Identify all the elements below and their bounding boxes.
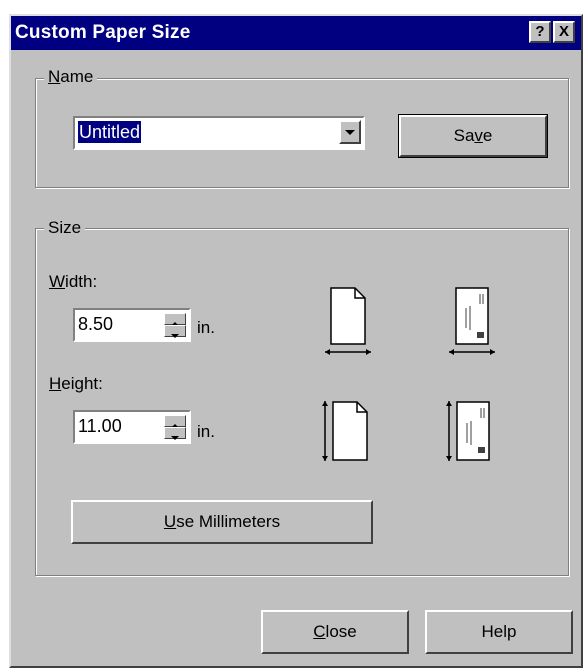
chevron-down-icon xyxy=(345,130,355,135)
envelope-width-icon xyxy=(449,287,495,355)
paper-height-icon xyxy=(322,401,368,461)
close-button[interactable]: Close xyxy=(261,610,409,654)
height-spin-down-button[interactable] xyxy=(164,427,186,440)
name-dropdown-button[interactable] xyxy=(339,120,361,144)
height-spin-up-button[interactable] xyxy=(164,415,186,428)
height-label: Height: xyxy=(49,374,103,393)
size-group-legend: Size xyxy=(44,218,86,238)
height-unit: in. xyxy=(197,422,215,441)
width-value: 8.50 xyxy=(78,314,114,334)
width-spinbox[interactable]: 8.50 xyxy=(73,308,191,342)
paper-width-icon xyxy=(325,287,371,355)
help-button-label: Help xyxy=(481,622,517,641)
help-title-button[interactable]: ? xyxy=(529,21,551,43)
name-group-legend: Name xyxy=(44,67,98,87)
name-combo-value: Untitled xyxy=(78,121,142,143)
close-title-button[interactable]: X xyxy=(553,21,575,43)
use-millimeters-button[interactable]: Use Millimeters xyxy=(71,500,373,544)
width-spin-down-button[interactable] xyxy=(164,325,186,338)
spin-down-icon xyxy=(171,436,179,440)
title-bar[interactable]: Custom Paper Size ? X xyxy=(11,16,581,50)
name-combo-box[interactable]: Untitled xyxy=(73,116,365,150)
height-spinner[interactable] xyxy=(164,415,186,440)
use-millimeters-label: Use Millimeters xyxy=(163,512,281,531)
close-button-label: Close xyxy=(313,622,357,641)
width-unit: in. xyxy=(197,318,215,337)
height-spinbox[interactable]: 11.00 xyxy=(73,410,191,444)
save-button-label: Save xyxy=(453,126,493,145)
custom-paper-size-dialog: Custom Paper Size ? X Name Untitled Save… xyxy=(9,14,583,668)
window-title: Custom Paper Size xyxy=(15,22,191,43)
width-label: Width: xyxy=(49,272,98,291)
envelope-height-icon xyxy=(446,401,490,461)
help-button[interactable]: Help xyxy=(425,610,573,654)
height-value: 11.00 xyxy=(78,416,122,436)
spin-down-icon xyxy=(171,334,179,338)
width-spinner[interactable] xyxy=(164,313,186,338)
save-button[interactable]: Save xyxy=(398,114,548,158)
width-spin-up-button[interactable] xyxy=(164,313,186,326)
